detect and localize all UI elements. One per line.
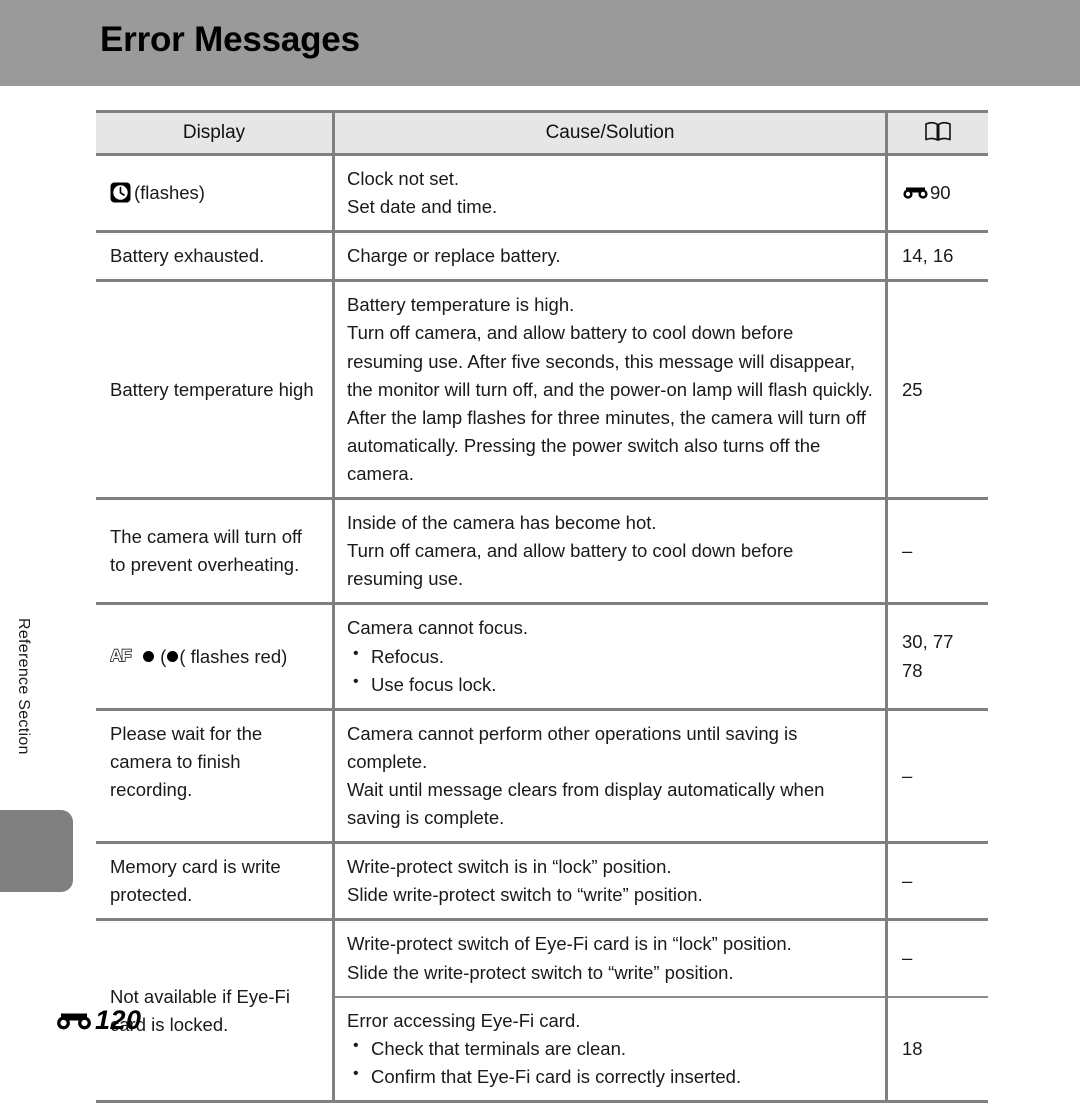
cell-page-reference: – [886,919,988,998]
cause-line: Slide the write-protect switch to “write… [347,961,734,983]
table-header: Display Cause/Solution [96,110,988,156]
cause-line: Charge or replace battery. [347,245,561,267]
cell-display: AF (( flashes red) [96,603,335,711]
e-reference-icon [902,179,929,199]
cause-line: Battery temperature is high. [347,294,575,316]
cause-bullet-list: Check that terminals are clean. Confirm … [347,1034,873,1091]
page-number: 120 [95,1005,142,1035]
display-suffix: ( flashes red) [179,645,288,667]
display-text: (flashes) [134,182,205,204]
svg-text:AF: AF [110,646,131,665]
cell-cause-solution: Error accessing Eye-Fi card. Check that … [333,996,888,1103]
cell-page-reference: 90 [886,154,988,234]
cause-line: Camera cannot perform other operations u… [347,722,798,772]
cell-page-reference: 18 [886,996,988,1103]
table-row: Not available if Eye-Fi card is locked. … [96,919,988,1103]
table-row: Please wait for the camera to finish rec… [96,709,988,845]
page-title: Error Messages [100,20,360,59]
display-text: Memory card is write protected. [110,856,281,906]
cell-page-reference: – [886,498,988,606]
cell-page-reference: – [886,709,988,845]
cell-page-reference: 30, 77 78 [886,603,988,711]
cause-bullet: Confirm that Eye-Fi card is correctly in… [347,1062,873,1091]
cause-bullet-list: Refocus. Use focus lock. [347,642,873,699]
cell-display: Memory card is write protected. [96,842,335,922]
focus-dot-icon-inline [167,650,179,662]
af-icon: AF [109,645,142,665]
cause-line: Camera cannot focus. [347,617,528,639]
cause-line: Wait until message clears from display a… [347,778,825,829]
cell-display: Battery temperature high [96,280,335,501]
clock-icon [110,182,131,203]
cell-display: The camera will turn off to prevent over… [96,498,335,606]
cell-display: Battery exhausted. [96,231,335,283]
cause-line: Error accessing Eye-Fi card. [347,1009,581,1031]
cause-line: Inside of the camera has become hot. [347,512,657,534]
table-header-row: Display Cause/Solution [96,110,988,156]
cell-display: Please wait for the camera to finish rec… [96,709,335,845]
cause-line: Write-protect switch is in “lock” positi… [347,856,672,878]
cause-bullet: Check that terminals are clean. [347,1034,873,1063]
column-header-cause-solution: Cause/Solution [333,110,888,156]
cell-page-reference: 14, 16 [886,231,988,283]
table-row: Memory card is write protected. Write-pr… [96,842,988,922]
cell-page-reference: – [886,842,988,922]
e-reference-icon [55,1006,93,1030]
cell-page-reference: 25 [886,280,988,501]
table-row: AF (( flashes red) Camera cannot focus. … [96,603,988,711]
cell-cause-solution: Camera cannot focus. Refocus. Use focus … [333,603,888,711]
table-row: Battery exhausted. Charge or replace bat… [96,231,988,283]
cell-display: (flashes) [96,154,335,234]
page-reference-text: 90 [930,182,951,204]
display-text: (( flashes red) [160,645,288,667]
cell-cause-solution: Write-protect switch is in “lock” positi… [333,842,888,922]
cause-line: Turn off camera, and allow battery to co… [347,322,873,484]
cause-bullet: Use focus lock. [347,670,873,699]
cause-line: Clock not set. [347,168,460,189]
cause-line: Set date and time. [347,196,498,218]
sidebar-section-label: Reference Section [15,618,32,755]
cell-cause-solution: Camera cannot perform other operations u… [333,709,888,845]
column-header-page-reference [886,110,988,156]
cell-cause-solution: Clock not set. Set date and time. [333,154,888,234]
cause-line: Write-protect switch of Eye-Fi card is i… [347,933,792,955]
cell-cause-solution: Write-protect switch of Eye-Fi card is i… [333,919,888,998]
error-messages-table: Display Cause/Solution (flashes) Clock n… [96,110,988,1103]
display-text: The camera will turn off to prevent over… [110,526,302,576]
cell-cause-solution: Inside of the camera has become hot. Tur… [333,498,888,606]
table-row: The camera will turn off to prevent over… [96,498,988,606]
sidebar-section-tab [0,810,73,892]
page-reference-text-2: 78 [902,659,923,681]
table-body: (flashes) Clock not set. Set date and ti… [96,154,988,1103]
cause-bullet: Refocus. [347,642,873,671]
column-header-display: Display [96,110,335,156]
page-footer: 120 [55,1005,142,1036]
cause-line: Turn off camera, and allow battery to co… [347,540,794,590]
display-text: Please wait for the camera to finish rec… [110,722,263,800]
page-reference-text: 30, 77 [902,631,954,653]
focus-dot-icon [143,650,154,662]
cell-cause-solution: Battery temperature is high. Turn off ca… [333,280,888,501]
table-row: (flashes) Clock not set. Set date and ti… [96,154,988,234]
display-text: Battery temperature high [110,378,314,400]
cause-line: Slide write-protect switch to “write” po… [347,884,703,906]
display-text: Battery exhausted. [110,245,265,267]
cell-cause-solution: Charge or replace battery. [333,231,888,283]
table-row: Battery temperature high Battery tempera… [96,280,988,501]
book-icon [924,121,952,142]
